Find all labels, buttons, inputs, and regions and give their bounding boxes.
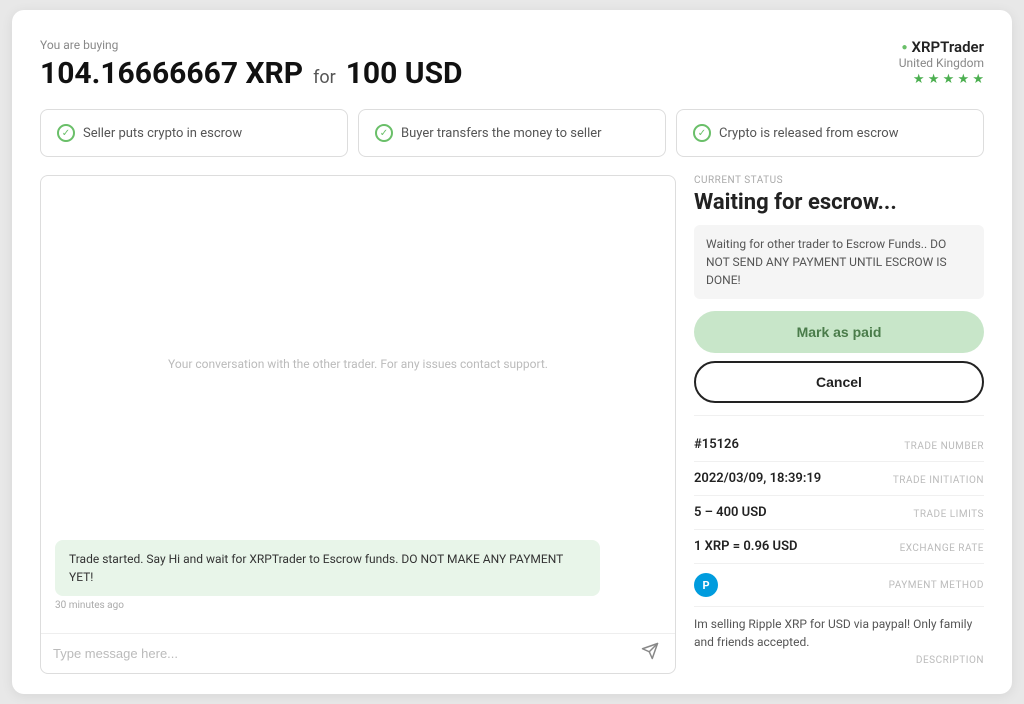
chat-bubble: Trade started. Say Hi and wait for XRPTr… [55,540,600,596]
payment-method-label: PAYMENT METHOD [889,580,984,591]
status-title: Waiting for escrow... [694,190,984,215]
trade-limits-row: 5 – 400 USD TRADE LIMITS [694,496,984,530]
steps-row: ✓ Seller puts crypto in escrow ✓ Buyer t… [40,109,984,157]
step-1: ✓ Seller puts crypto in escrow [40,109,348,157]
trade-initiation-value: 2022/03/09, 18:39:19 [694,471,821,486]
buying-info: You are buying 104.16666667 XRP for 100 … [40,38,463,91]
step-1-label: Seller puts crypto in escrow [83,126,242,141]
status-note: Waiting for other trader to Escrow Funds… [694,225,984,299]
trade-number-row: #15126 TRADE NUMBER [694,428,984,462]
current-status-label: CURRENT STATUS [694,175,984,186]
right-panel: CURRENT STATUS Waiting for escrow... Wai… [694,175,984,674]
step-3-label: Crypto is released from escrow [719,126,898,141]
check-icon-3: ✓ [693,124,711,142]
top-bar: You are buying 104.16666667 XRP for 100 … [40,38,984,91]
step-2: ✓ Buyer transfers the money to seller [358,109,666,157]
trade-initiation-row: 2022/03/09, 18:39:19 TRADE INITIATION [694,462,984,496]
exchange-rate-value: 1 XRP = 0.96 USD [694,539,798,554]
for-text: for [313,67,336,88]
trade-limits-value: 5 – 400 USD [694,505,767,520]
payment-method-row: P PAYMENT METHOD [694,564,984,607]
buying-label: You are buying [40,38,463,52]
chat-time: 30 minutes ago [55,600,661,611]
trader-name: XRPTrader [899,38,984,56]
chat-panel: Your conversation with the other trader.… [40,175,676,674]
check-icon-2: ✓ [375,124,393,142]
description-label: DESCRIPTION [694,655,984,666]
chat-message-area: Your conversation with the other trader.… [41,176,675,633]
step-3: ✓ Crypto is released from escrow [676,109,984,157]
exchange-rate-row: 1 XRP = 0.96 USD EXCHANGE RATE [694,530,984,564]
fiat-amount: 100 USD [346,56,463,91]
chat-placeholder: Your conversation with the other trader.… [55,337,661,391]
trade-number-label: TRADE NUMBER [904,441,984,452]
cancel-button[interactable]: Cancel [694,361,984,403]
main-card: You are buying 104.16666667 XRP for 100 … [12,10,1012,694]
trader-country: United Kingdom [899,56,984,70]
chat-input[interactable] [53,646,629,661]
trade-details: #15126 TRADE NUMBER 2022/03/09, 18:39:19… [694,428,984,674]
buying-amount: 104.16666667 XRP for 100 USD [40,56,463,91]
chat-input-row[interactable] [41,633,675,673]
content-row: Your conversation with the other trader.… [40,175,984,674]
step-2-label: Buyer transfers the money to seller [401,126,602,141]
paypal-icon: P [694,573,718,597]
description-text: Im selling Ripple XRP for USD via paypal… [694,615,984,651]
trader-info: XRPTrader United Kingdom ★ ★ ★ ★ ★ [899,38,984,87]
status-section: CURRENT STATUS Waiting for escrow... Wai… [694,175,984,416]
check-icon-1: ✓ [57,124,75,142]
description-section: Im selling Ripple XRP for USD via paypal… [694,607,984,674]
exchange-rate-label: EXCHANGE RATE [900,543,984,554]
trade-number-value: #15126 [694,437,739,452]
trade-initiation-label: TRADE INITIATION [893,475,984,486]
send-button[interactable] [637,642,663,665]
mark-as-paid-button[interactable]: Mark as paid [694,311,984,353]
trade-limits-label: TRADE LIMITS [913,509,984,520]
crypto-amount: 104.16666667 XRP [40,56,303,91]
trader-stars: ★ ★ ★ ★ ★ [899,72,984,87]
